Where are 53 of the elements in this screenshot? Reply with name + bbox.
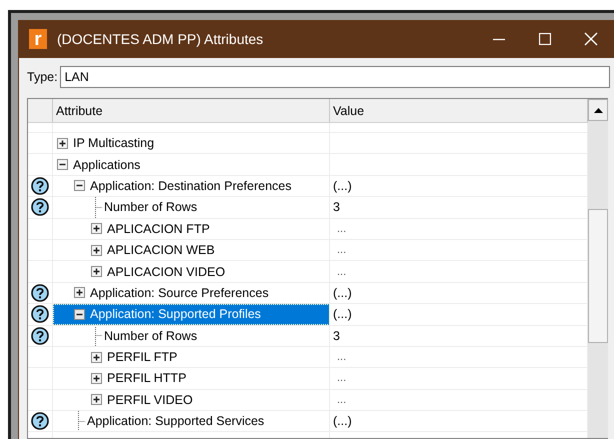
- value-cell[interactable]: ...: [337, 372, 346, 384]
- expand-icon[interactable]: [74, 287, 85, 298]
- attribute-cell[interactable]: APLICACION FTP: [53, 218, 330, 239]
- value-cell[interactable]: ...: [337, 244, 346, 256]
- attribute-cell[interactable]: Number of Rows: [53, 197, 330, 218]
- expand-icon[interactable]: [91, 244, 102, 256]
- value-cell[interactable]: ...: [337, 266, 346, 278]
- attribute-cell[interactable]: PERFIL FTP: [53, 346, 330, 368]
- attribute-cell[interactable]: APLICACION WEB: [53, 240, 330, 260]
- help-icon[interactable]: [31, 284, 49, 302]
- type-label: Type:: [27, 70, 58, 84]
- value-cell[interactable]: (...): [333, 307, 352, 322]
- value-cell[interactable]: ...: [337, 394, 346, 406]
- app-logo: r: [29, 29, 47, 49]
- attribute-cell[interactable]: Application: Supported Profiles: [53, 304, 330, 325]
- expand-icon[interactable]: [57, 138, 68, 149]
- attribute-cell[interactable]: Application: Source Preferences: [53, 282, 330, 304]
- value-cell[interactable]: (...): [333, 414, 352, 428]
- expand-icon[interactable]: [91, 266, 102, 278]
- attribute-cell[interactable]: PERFIL VIDEO: [53, 390, 330, 410]
- maximize-icon[interactable]: [539, 33, 551, 45]
- column-header[interactable]: Attribute: [53, 99, 330, 122]
- attribute-cell[interactable]: IP Multicasting: [53, 133, 330, 154]
- expand-icon[interactable]: [91, 394, 102, 406]
- help-icon[interactable]: [31, 198, 49, 216]
- value-cell[interactable]: ...: [337, 222, 346, 235]
- help-icon[interactable]: [31, 176, 49, 195]
- attribute-cell[interactable]: Applications: [53, 154, 330, 175]
- value-cell[interactable]: ...: [337, 351, 346, 364]
- close-icon[interactable]: [584, 32, 598, 46]
- expand-icon[interactable]: [91, 372, 102, 384]
- attribute-cell[interactable]: Number of Rows: [53, 326, 330, 346]
- scrollbar[interactable]: [588, 99, 608, 438]
- help-icon[interactable]: [31, 412, 49, 430]
- collapse-icon[interactable]: [57, 159, 68, 170]
- attribute-cell[interactable]: APLICACION VIDEO: [53, 261, 330, 282]
- type-field[interactable]: LAN: [60, 66, 610, 88]
- attribute-cell[interactable]: PERFIL HTTP: [53, 368, 330, 389]
- attribute-cell[interactable]: Application: Supported Services: [53, 411, 330, 432]
- help-icon[interactable]: [31, 305, 49, 324]
- value-cell[interactable]: 3: [333, 328, 340, 343]
- scroll-thumb[interactable]: [588, 209, 608, 343]
- value-cell[interactable]: 3: [333, 200, 340, 214]
- collapse-icon[interactable]: [74, 308, 85, 320]
- window-title: (DOCENTES ADM PP) Attributes: [57, 31, 264, 47]
- expand-icon[interactable]: [91, 223, 102, 234]
- value-cell[interactable]: (...): [333, 178, 352, 193]
- help-icon[interactable]: [31, 326, 49, 345]
- scroll-up-icon[interactable]: [594, 108, 602, 112]
- value-cell[interactable]: (...): [333, 286, 352, 300]
- collapse-icon[interactable]: [74, 180, 85, 192]
- attribute-cell[interactable]: Application: Destination Preferences: [53, 176, 330, 196]
- expand-icon[interactable]: [91, 352, 102, 363]
